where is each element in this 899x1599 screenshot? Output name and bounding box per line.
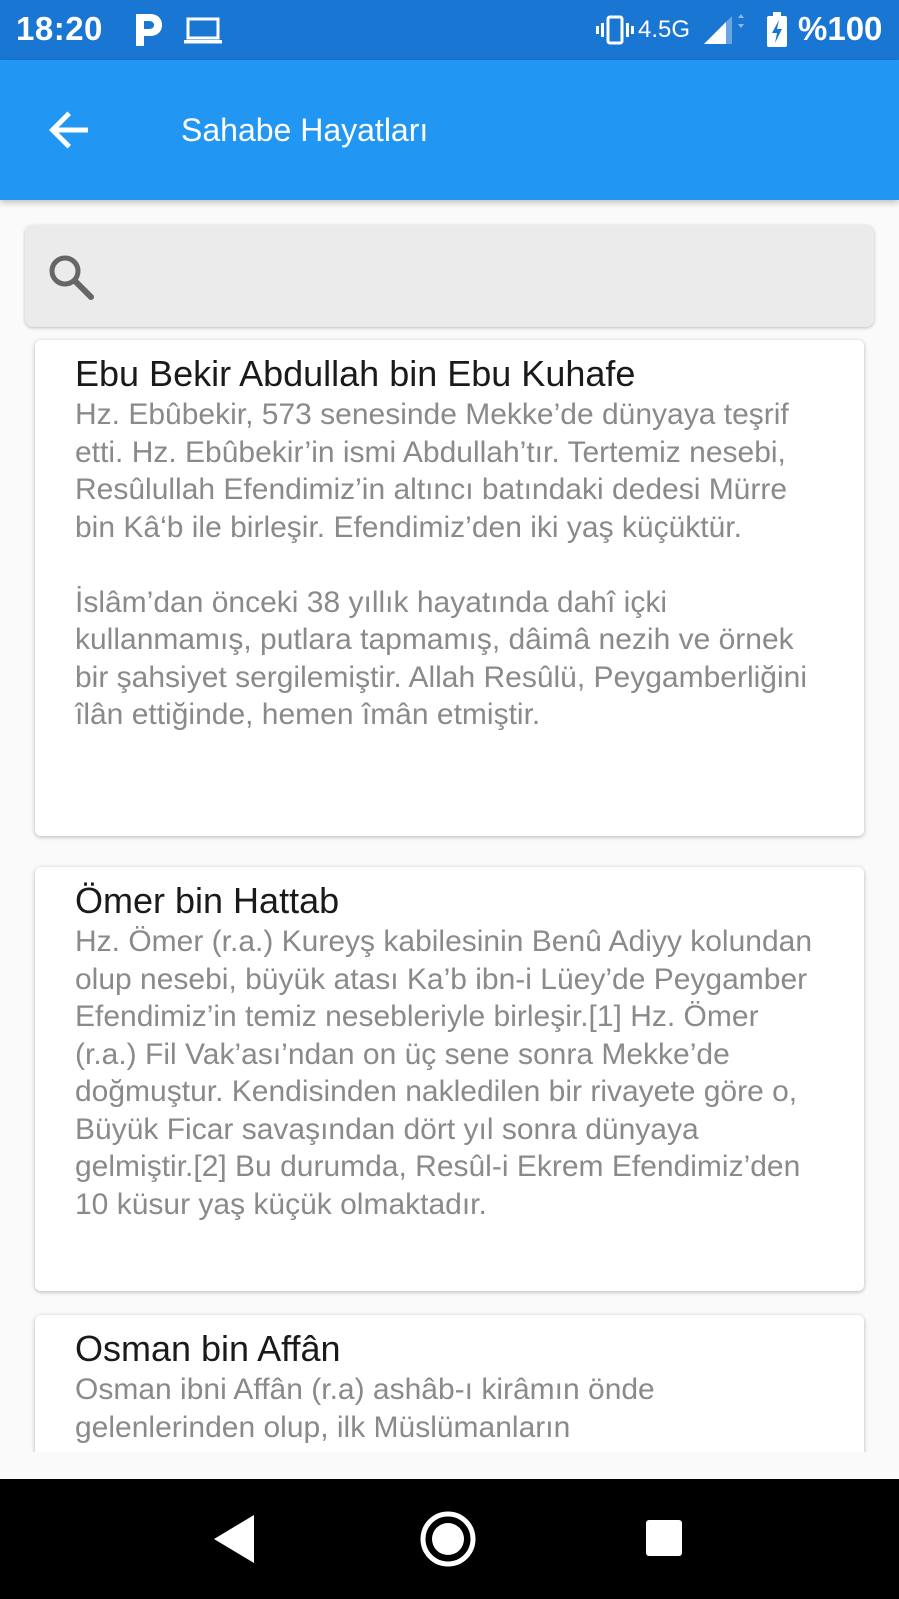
app-bar: Sahabe Hayatları (0, 60, 899, 200)
list-item-body: Hz. Ebûbekir, 573 senesinde Mekke’de dün… (75, 398, 807, 731)
search-bar[interactable] (25, 225, 874, 327)
status-time: 18:20 (16, 10, 103, 47)
parking-app-icon (136, 14, 162, 46)
list-item-title: Ömer bin Hattab (75, 880, 340, 921)
search-input[interactable] (111, 245, 855, 309)
companion-list[interactable]: Ebu Bekir Abdullah bin Ebu Kuhafe Hz. Eb… (0, 336, 899, 1452)
list-item-body: Osman ibni Affân (r.a) ashâb-ı kirâmın ö… (75, 1373, 655, 1444)
arrow-back-icon (49, 111, 88, 149)
search-icon (49, 255, 94, 300)
laptop-icon (184, 17, 222, 44)
list-item[interactable]: Ömer bin Hattab Hz. Ömer (r.a.) Kureyş k… (35, 867, 864, 1291)
list-item[interactable]: Osman bin Affân Osman ibni Affân (r.a) a… (35, 1315, 864, 1452)
status-bar: 18:20 4.5G %100 (0, 0, 899, 60)
network-type: 4.5G (638, 16, 691, 43)
list-item-title: Osman bin Affân (75, 1328, 341, 1369)
vibrate-icon (596, 15, 634, 45)
nav-home-icon[interactable] (419, 1510, 477, 1568)
system-navigation-bar (0, 1479, 899, 1599)
back-button[interactable] (44, 104, 96, 156)
nav-back-icon[interactable] (210, 1512, 260, 1566)
battery-charging-icon (767, 12, 787, 47)
list-item-body: Hz. Ömer (r.a.) Kureyş kabilesinin Benû … (75, 925, 813, 1221)
battery-level: %100 (798, 10, 883, 47)
signal-icon (704, 14, 744, 44)
list-item-title: Ebu Bekir Abdullah bin Ebu Kuhafe (75, 353, 636, 394)
nav-recents-icon[interactable] (644, 1518, 684, 1558)
list-item[interactable]: Ebu Bekir Abdullah bin Ebu Kuhafe Hz. Eb… (35, 340, 864, 836)
page-title: Sahabe Hayatları (181, 112, 429, 148)
